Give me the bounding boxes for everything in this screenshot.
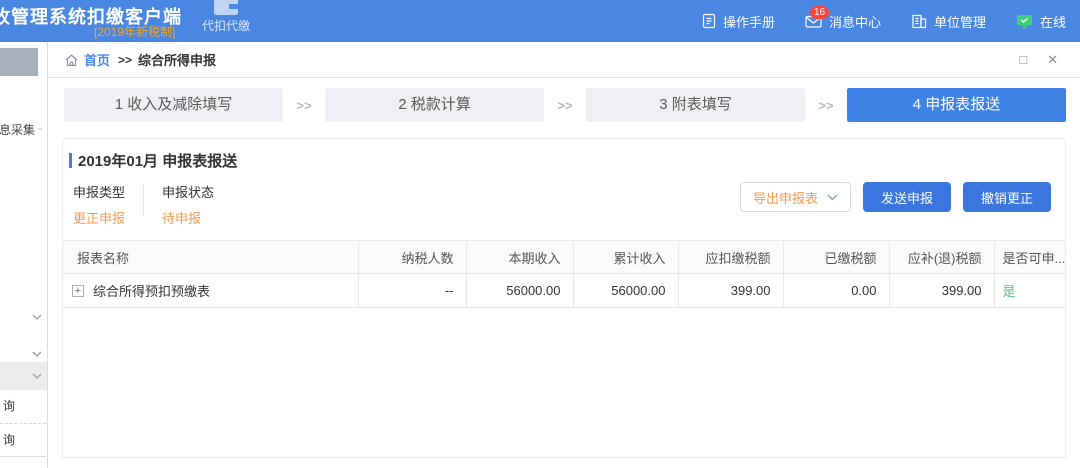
col-header-declarable: 是否可申... [994, 241, 1065, 274]
manual-button[interactable]: 操作手册 [702, 12, 775, 31]
sidebar-submenu: 询 询 [0, 390, 46, 457]
chevron-down-icon [32, 314, 42, 320]
wallet-icon [213, 0, 239, 16]
declaration-meta-row: 申报类型 更正申报 申报状态 待申报 导出申报表 发送申报 撤销更正 [63, 171, 1065, 240]
org-management-button[interactable]: 单位管理 [911, 12, 986, 31]
chevron-down-icon [38, 126, 42, 132]
panel-title-row: 2019年01月 申报表报送 [63, 139, 1065, 171]
period-title: 2019年01月 申报表报送 [78, 150, 237, 171]
topbar: 收管理系统扣缴客户端 [2019年新税制] 代扣代缴 操作手册 16 [0, 0, 1080, 42]
supplement-refund-tax-cell: 399.00 [889, 274, 994, 308]
col-header-current-income: 本期收入 [466, 241, 573, 274]
sidebar-item-collect-label: 息采集 [0, 121, 35, 138]
step-separator: >> [805, 98, 847, 113]
export-declaration-label: 导出申报表 [753, 188, 818, 207]
cumulative-income-cell: 56000.00 [573, 274, 678, 308]
declarable-cell: 是 [994, 274, 1065, 308]
revoke-correction-button[interactable]: 撤销更正 [963, 182, 1051, 212]
document-icon [702, 13, 716, 29]
declare-status-group: 申报状态 待申报 [162, 182, 214, 227]
topbar-actions: 操作手册 16 消息中心 单位管理 [702, 0, 1066, 42]
tab-withholding[interactable]: 代扣代缴 [192, 0, 260, 42]
chevron-down-icon [32, 351, 42, 357]
col-header-supplement-refund-tax: 应补(退)税额 [889, 241, 994, 274]
action-buttons: 导出申报表 发送申报 撤销更正 [740, 182, 1051, 212]
col-header-withhold-tax: 应扣缴税额 [678, 241, 783, 274]
breadcrumb-home[interactable]: 首页 [64, 50, 110, 69]
send-declaration-button[interactable]: 发送申报 [863, 182, 951, 212]
message-badge: 16 [810, 6, 829, 19]
col-header-cumulative-income: 累计收入 [573, 241, 678, 274]
step-4-submit[interactable]: 4 申报表报送 [847, 88, 1066, 122]
expand-row-icon[interactable]: + [72, 285, 84, 297]
tax-scheme-label: [2019年新税制] [94, 23, 175, 40]
table-header-row: 报表名称 纳税人数 本期收入 累计收入 应扣缴税额 已缴税额 应补(退)税额 是… [63, 241, 1065, 274]
online-status: 在线 [1016, 12, 1066, 31]
step-1-income[interactable]: 1 收入及减除填写 [64, 88, 283, 122]
breadcrumb-separator: >> [118, 53, 132, 67]
breadcrumb-current: 综合所得申报 [138, 50, 216, 69]
current-income-cell: 56000.00 [466, 274, 573, 308]
paid-tax-cell: 0.00 [783, 274, 889, 308]
sidebar: 息采集 询 询 [0, 42, 48, 468]
step-separator: >> [283, 98, 325, 113]
step-wizard: 1 收入及减除填写 >> 2 税款计算 >> 3 附表填写 >> 4 申报表报送 [64, 88, 1066, 122]
step-2-tax-calc[interactable]: 2 税款计算 [325, 88, 544, 122]
org-management-label: 单位管理 [934, 12, 986, 31]
sidebar-gray-block [0, 48, 38, 76]
col-header-report-name: 报表名称 [63, 241, 358, 274]
breadcrumb-bar: 首页 >> 综合所得申报 □ ✕ [48, 42, 1080, 78]
online-monitor-icon [1016, 14, 1033, 29]
maximize-icon[interactable]: □ [1019, 53, 1027, 66]
declaration-table: 报表名称 纳税人数 本期收入 累计收入 应扣缴税额 已缴税额 应补(退)税额 是… [63, 240, 1065, 308]
tab-withholding-label: 代扣代缴 [202, 17, 250, 34]
report-name: 综合所得预扣预缴表 [93, 281, 210, 300]
chevron-down-icon [827, 194, 838, 201]
chevron-down-icon [32, 373, 42, 379]
sidebar-item-query-2[interactable]: 询 [0, 423, 46, 456]
main-content: 1 收入及减除填写 >> 2 税款计算 >> 3 附表填写 >> 4 申报表报送… [48, 78, 1080, 468]
col-header-taxpayer-count: 纳税人数 [358, 241, 466, 274]
sidebar-item-clipped-1[interactable] [0, 306, 47, 328]
sidebar-item-active-group[interactable] [0, 362, 47, 390]
window-controls: □ ✕ [1019, 53, 1080, 66]
declaration-panel: 2019年01月 申报表报送 申报类型 更正申报 申报状态 待申报 导出申报表 [62, 138, 1066, 458]
declare-type-value: 更正申报 [73, 208, 125, 227]
sidebar-item-query-1[interactable]: 询 [0, 390, 46, 423]
online-label: 在线 [1040, 12, 1066, 31]
table-row[interactable]: + 综合所得预扣预缴表 -- 56000.00 56000.00 399.00 … [63, 274, 1065, 308]
title-accent-bar [69, 153, 72, 168]
breadcrumb-home-label: 首页 [84, 50, 110, 69]
step-separator: >> [544, 98, 586, 113]
manual-label: 操作手册 [723, 12, 775, 31]
step-3-attachments[interactable]: 3 附表填写 [586, 88, 805, 122]
col-header-paid-tax: 已缴税额 [783, 241, 889, 274]
declare-status-label: 申报状态 [162, 182, 214, 201]
declare-status-value: 待申报 [162, 208, 214, 227]
message-center-label: 消息中心 [829, 12, 881, 31]
app-window: 收管理系统扣缴客户端 [2019年新税制] 代扣代缴 操作手册 16 [0, 0, 1080, 468]
home-icon [64, 53, 79, 67]
close-icon[interactable]: ✕ [1047, 53, 1058, 66]
meta-divider [143, 184, 144, 216]
message-center-button[interactable]: 16 消息中心 [805, 12, 881, 31]
building-icon [911, 14, 927, 29]
report-name-cell: + 综合所得预扣预缴表 [63, 281, 358, 300]
declare-type-group: 申报类型 更正申报 [73, 182, 125, 227]
taxpayer-count-cell: -- [358, 274, 466, 308]
mail-icon-wrap: 16 [805, 15, 822, 28]
export-declaration-button[interactable]: 导出申报表 [740, 182, 851, 212]
withhold-tax-cell: 399.00 [678, 274, 783, 308]
sidebar-item-collect[interactable]: 息采集 [0, 118, 47, 140]
declare-type-label: 申报类型 [73, 182, 125, 201]
